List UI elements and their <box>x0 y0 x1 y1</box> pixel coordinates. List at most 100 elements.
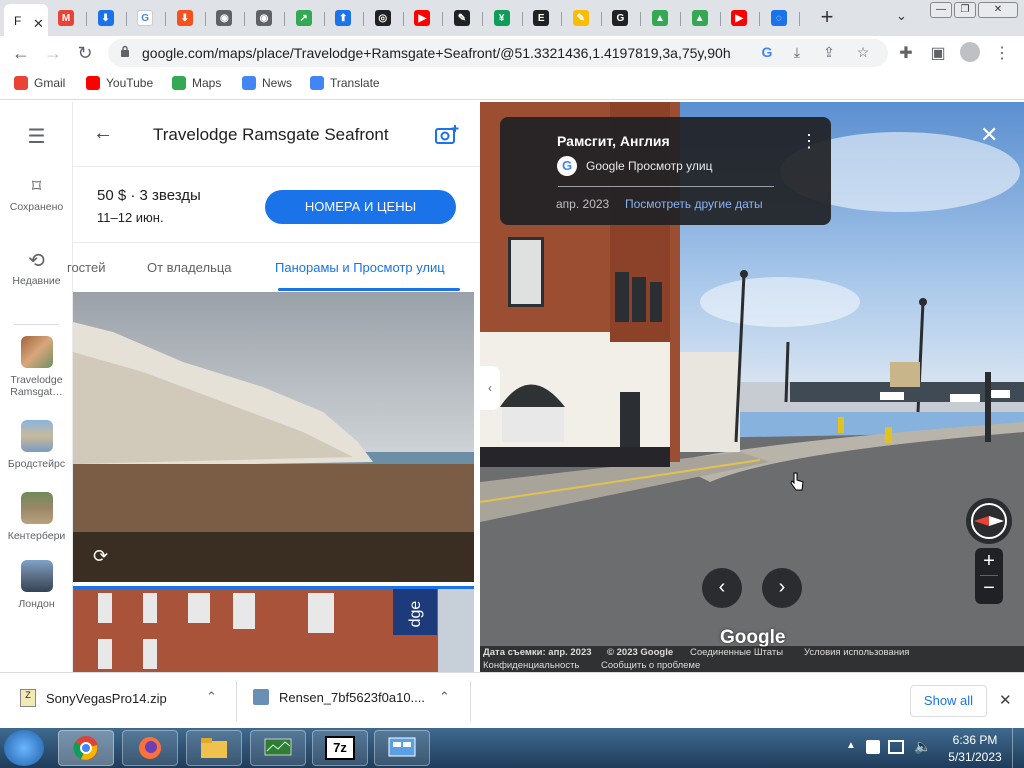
google-lens-icon[interactable]: G <box>758 44 776 60</box>
tab-youtube[interactable]: ▶ <box>408 6 436 30</box>
bookmark-maps[interactable]: Maps <box>172 76 221 90</box>
menu-hamburger-icon[interactable]: ☰ <box>0 124 73 149</box>
loading-icon: ◌ <box>770 10 787 26</box>
maps-side-rail: ☰ ⌑ Сохранено ⟲ Недавние Travelodge Rams… <box>0 102 73 672</box>
bookmark-translate[interactable]: Translate <box>310 76 380 90</box>
footer-privacy-link[interactable]: Конфиденциальность <box>483 660 579 671</box>
taskbar-7zip[interactable]: 7z <box>312 730 368 766</box>
extensions-icon[interactable]: ✚ <box>896 43 916 63</box>
show-desktop-button[interactable] <box>1012 728 1024 768</box>
download-item-zip[interactable]: Z SonyVegasPro14.zip ⌃ <box>20 689 217 707</box>
forward-arrow-icon[interactable]: → <box>42 42 64 64</box>
action-center-icon[interactable] <box>866 740 880 754</box>
tab-youtube[interactable]: ▶ <box>725 6 753 30</box>
tab-drive[interactable]: ▲ <box>646 6 674 30</box>
back-arrow-icon[interactable]: ← <box>93 122 113 145</box>
taskbar-chrome[interactable] <box>58 730 114 766</box>
bookmark-label: YouTube <box>106 76 154 90</box>
bookmark-star-icon[interactable]: ☆ <box>854 44 872 61</box>
tab-pencil[interactable]: ✎ <box>567 6 595 30</box>
menu-icon[interactable]: ⋮ <box>992 43 1012 63</box>
side-panel-icon[interactable]: ▣ <box>928 43 948 63</box>
back-arrow-icon[interactable]: ← <box>10 42 32 64</box>
close-window-button[interactable]: ✕ <box>978 2 1018 18</box>
tab-tools[interactable]: ✎ <box>448 6 476 30</box>
tab-share[interactable]: ↗ <box>290 6 318 30</box>
network-icon[interactable] <box>888 740 904 754</box>
bookmark-youtube[interactable]: YouTube <box>86 76 153 90</box>
tab-guests[interactable]: гостей <box>67 260 106 275</box>
tab-globe[interactable]: ◉ <box>210 6 238 30</box>
tab-upload[interactable]: ⬆ <box>329 6 357 30</box>
collapse-panel-button[interactable]: ‹ <box>480 366 500 410</box>
taskbar-app-monitor[interactable] <box>250 730 306 766</box>
tab-close-icon[interactable]: ✕ <box>33 16 44 32</box>
tab-active[interactable]: F ✕ <box>4 4 48 36</box>
recent-place-canterbury[interactable]: Кентербери <box>0 492 73 542</box>
install-icon[interactable]: ⤓ <box>788 44 806 61</box>
close-street-view-icon[interactable]: ✕ <box>980 122 998 148</box>
street-view-viewer[interactable]: Рамсгит, Англия G Google Просмотр улиц а… <box>480 102 1024 672</box>
profile-avatar[interactable] <box>960 42 980 62</box>
zoom-out-button[interactable]: − <box>975 577 1003 600</box>
svg-text:dge: dge <box>407 601 424 628</box>
tab-from-owner[interactable]: От владельца <box>147 260 232 275</box>
footer-terms-link[interactable]: Условия использования <box>804 647 909 658</box>
new-tab-button[interactable]: + <box>814 6 840 30</box>
tab-search-icon[interactable]: ⌄ <box>896 8 907 24</box>
footer-region-link[interactable]: Соединенные Штаты <box>690 647 783 658</box>
taskbar-explorer[interactable] <box>186 730 242 766</box>
previous-photo-button[interactable]: ‹ <box>702 568 742 608</box>
chevron-up-icon[interactable]: ⌃ <box>439 689 450 705</box>
close-downloads-icon[interactable]: ✕ <box>999 691 1012 709</box>
saved-button[interactable]: ⌑ Сохранено <box>0 176 73 213</box>
stay-dates[interactable]: 11–12 июн. <box>97 210 164 225</box>
drive-icon: ▲ <box>652 10 668 26</box>
share-icon[interactable]: ⇪ <box>820 44 838 61</box>
panorama-photo-hotel[interactable]: dge <box>73 586 474 672</box>
tab-e[interactable]: E <box>527 6 555 30</box>
next-photo-button[interactable]: › <box>762 568 802 608</box>
footer-report-link[interactable]: Сообщить о проблеме <box>601 660 700 671</box>
restore-button[interactable]: ❐ <box>954 2 976 18</box>
tab-drive[interactable]: ▲ <box>686 6 714 30</box>
add-photo-icon[interactable] <box>435 124 459 146</box>
tab-google[interactable]: G <box>131 6 159 30</box>
minimize-button[interactable]: — <box>930 2 952 18</box>
bookmark-gmail[interactable]: Gmail <box>14 76 65 90</box>
tab-gmail[interactable]: M <box>52 6 80 30</box>
chevron-up-icon[interactable]: ⌃ <box>206 689 217 705</box>
show-all-button[interactable]: Show all <box>910 685 987 717</box>
recent-place-broadstairs[interactable]: Бродстейрс <box>0 420 73 470</box>
compass-control[interactable] <box>966 498 1012 544</box>
taskbar-firefox[interactable] <box>122 730 178 766</box>
recent-place-london[interactable]: Лондон <box>0 560 73 610</box>
show-hidden-icons[interactable]: ▲ <box>846 740 856 751</box>
tab-g-yellow[interactable]: G <box>606 6 634 30</box>
url-text[interactable]: google.com/maps/place/Travelodge+Ramsgat… <box>142 45 732 61</box>
recent-place-travelodge[interactable]: Travelodge Ramsgat… <box>0 336 73 398</box>
tab-github[interactable]: ◎ <box>369 6 397 30</box>
rooms-prices-button[interactable]: НОМЕРА И ЦЕНЫ <box>265 190 456 224</box>
tab-street-view[interactable]: Панорамы и Просмотр улиц <box>275 260 445 275</box>
taskbar-control-panel[interactable] <box>374 730 430 766</box>
see-more-dates-link[interactable]: Посмотреть другие даты <box>625 197 763 211</box>
start-button[interactable] <box>4 730 44 766</box>
tab-sheets[interactable]: ¥ <box>488 6 516 30</box>
reload-icon[interactable]: ↻ <box>74 42 96 64</box>
address-bar[interactable]: google.com/maps/place/Travelodge+Ramsgat… <box>108 39 888 67</box>
recent-button[interactable]: ⟲ Недавние <box>0 248 73 287</box>
more-options-icon[interactable]: ⋮ <box>800 131 818 152</box>
zoom-in-button[interactable]: + <box>975 550 1003 573</box>
divider <box>558 186 774 187</box>
tab-loading[interactable]: ◌ <box>765 6 793 30</box>
clock[interactable]: 6:36 PM 5/31/2023 <box>946 733 1004 764</box>
volume-icon[interactable]: 🔈 <box>914 738 931 755</box>
tab-download[interactable]: ⬇ <box>92 6 120 30</box>
tab-download-orange[interactable]: ⬇ <box>171 6 199 30</box>
panorama-photo-cliffs[interactable]: ⟳ <box>73 292 474 582</box>
divider <box>14 324 59 325</box>
bookmark-news[interactable]: News <box>242 76 292 90</box>
tab-globe[interactable]: ◉ <box>250 6 278 30</box>
download-item-rensen[interactable]: Rensen_7bf5623f0a10.... ⌃ <box>253 689 450 705</box>
